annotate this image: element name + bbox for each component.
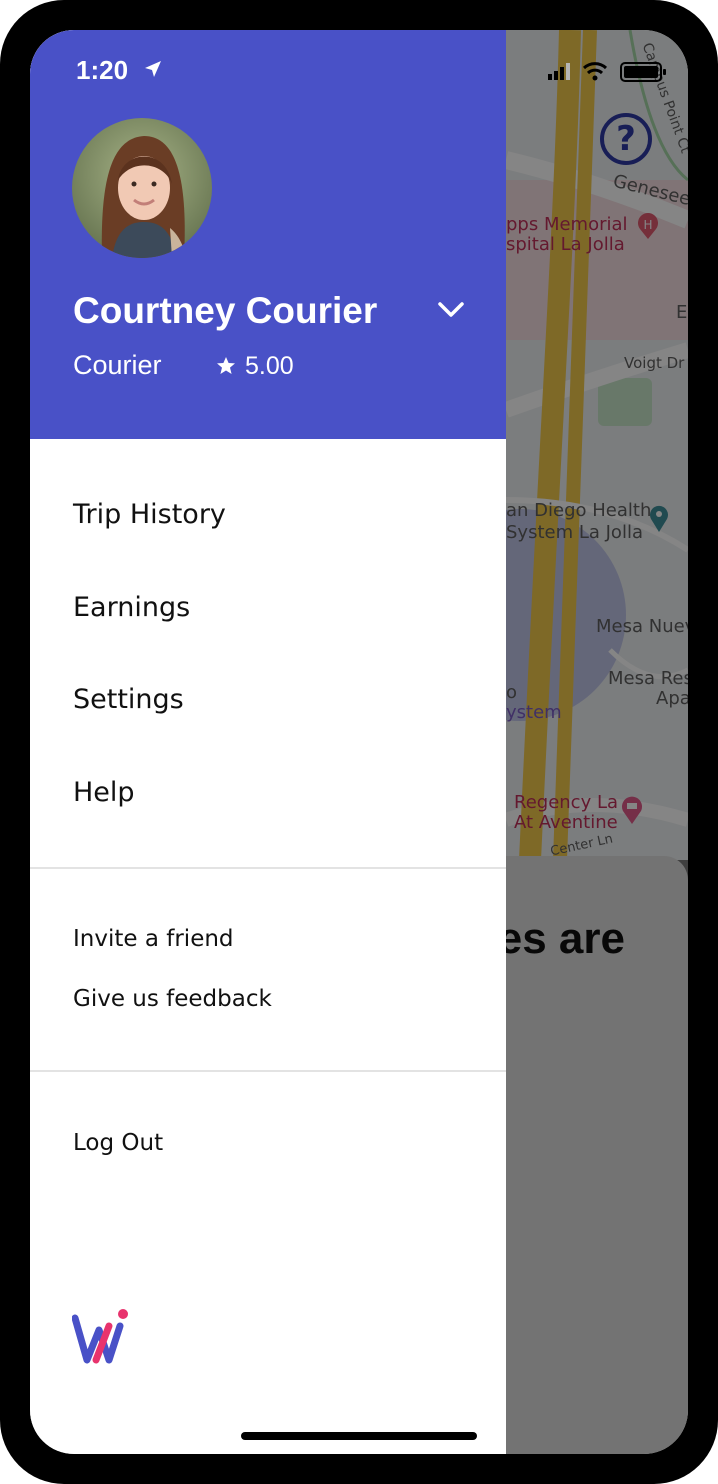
status-icons xyxy=(548,62,666,82)
map-label: E xyxy=(676,302,688,323)
menu-item-trip-history[interactable]: Trip History xyxy=(73,499,226,530)
place-marker-icon xyxy=(650,505,668,532)
chevron-down-icon[interactable] xyxy=(436,300,466,320)
menu-item-settings[interactable]: Settings xyxy=(73,684,184,715)
user-name: Courtney Courier xyxy=(73,290,378,331)
map-label: an Diego Health xyxy=(506,500,652,521)
divider xyxy=(30,1070,506,1072)
device-frame: Campus Point Ct Genesee A pps Memorial s… xyxy=(0,0,718,1484)
map-label: At Aventine xyxy=(514,812,618,833)
hospital-marker-icon: H xyxy=(638,213,658,239)
battery-icon xyxy=(620,62,666,82)
menu-item-give-feedback[interactable]: Give us feedback xyxy=(73,986,272,1012)
menu-item-earnings[interactable]: Earnings xyxy=(73,592,190,623)
hotel-marker-icon xyxy=(622,796,642,824)
map-label: Mesa Res xyxy=(608,668,688,689)
star-icon xyxy=(217,357,235,374)
map-label: System La Jolla xyxy=(506,522,643,543)
menu-item-help[interactable]: Help xyxy=(73,777,135,808)
location-arrow-icon xyxy=(145,61,161,77)
avatar-photo xyxy=(72,118,212,258)
map-label: Apa xyxy=(656,688,688,709)
side-drawer: 1:20 Courtney Courier Courier 5.00 Trip … xyxy=(30,30,506,1454)
user-role: Courier xyxy=(73,350,162,380)
avatar[interactable] xyxy=(72,118,212,258)
drawer-header: 1:20 Courtney Courier Courier 5.00 xyxy=(30,30,506,439)
logout-button[interactable]: Log Out xyxy=(73,1130,163,1156)
menu-item-invite-friend[interactable]: Invite a friend xyxy=(73,926,234,952)
map-label: Regency La xyxy=(514,792,619,813)
map-label: spital La Jolla xyxy=(506,234,625,255)
map-label: ystem xyxy=(506,702,562,723)
app-logo xyxy=(72,1309,128,1364)
screen: Campus Point Ct Genesee A pps Memorial s… xyxy=(30,30,688,1454)
map-label: o xyxy=(506,682,518,703)
cellular-signal-icon xyxy=(548,63,570,80)
wifi-icon xyxy=(582,62,608,81)
map-label: Voigt Dr xyxy=(624,354,685,372)
home-indicator[interactable] xyxy=(241,1432,477,1440)
help-button[interactable]: ? xyxy=(600,113,652,165)
status-time: 1:20 xyxy=(76,55,129,85)
user-rating: 5.00 xyxy=(245,352,294,380)
map-label: Mesa Nuev xyxy=(596,616,688,637)
question-mark-icon: ? xyxy=(616,119,636,159)
divider xyxy=(30,867,506,869)
svg-text:H: H xyxy=(643,218,652,232)
map-label: pps Memorial xyxy=(506,214,628,235)
